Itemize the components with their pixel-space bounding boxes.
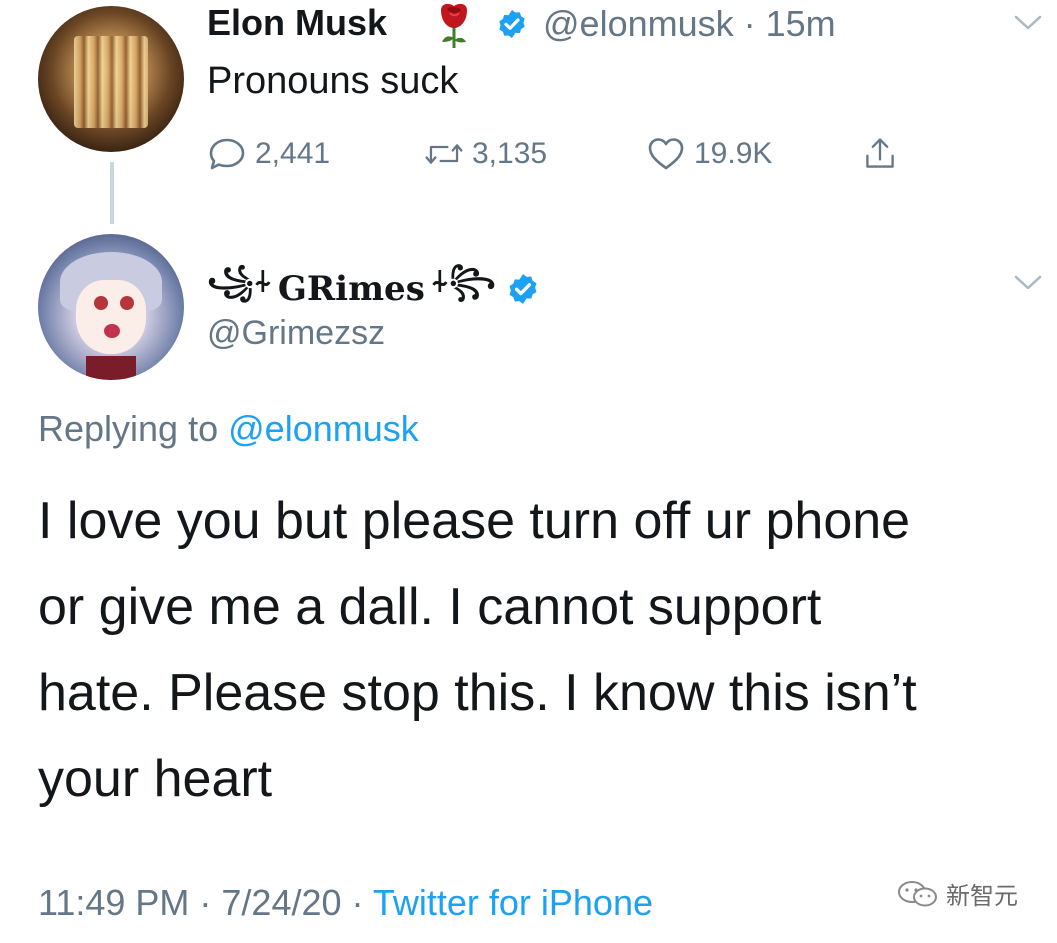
tweet-source-link[interactable]: Twitter for iPhone — [373, 882, 653, 923]
like-button[interactable]: 19.9K — [646, 134, 772, 174]
retweet-count: 3,135 — [472, 137, 548, 170]
share-button[interactable] — [860, 134, 900, 174]
avatar-collar — [86, 356, 136, 380]
tweet-timestamp[interactable]: 11:49 PM · 7/24/20 · — [38, 882, 364, 923]
author-handle[interactable]: @Grimezsz — [207, 314, 385, 353]
chevron-down-icon[interactable] — [1013, 14, 1043, 32]
rose-icon — [441, 3, 467, 48]
avatar-eye-left — [94, 296, 108, 310]
tweet-text-line: hate. Please stop this. I know this isn’… — [38, 664, 917, 722]
avatar-face — [76, 280, 146, 354]
avatar-grimes[interactable] — [38, 234, 184, 380]
tweet-text-line: I love you but please turn off ur phone — [38, 492, 911, 550]
replying-prefix: Replying to — [38, 408, 219, 449]
verified-badge-icon — [499, 10, 525, 38]
retweet-icon — [425, 144, 463, 164]
verified-badge-icon — [509, 273, 537, 304]
author-name[interactable]: GRimes — [278, 269, 425, 309]
avatar-mouth — [104, 324, 120, 338]
like-count: 19.9K — [694, 137, 773, 170]
thread-connector-line — [110, 162, 114, 224]
share-icon — [866, 138, 894, 168]
author-name[interactable]: Elon Musk — [207, 2, 387, 44]
tweet-text-line: or give me a dall. I cannot support — [38, 578, 822, 636]
heart-icon — [648, 138, 684, 170]
replying-mention-link[interactable]: @elonmusk — [228, 408, 419, 449]
reply-count: 2,441 — [255, 137, 331, 170]
author-name-row[interactable]: ꧁⍭ GRimes ⍭꧂ — [207, 258, 540, 319]
chevron-down-icon[interactable] — [1013, 274, 1043, 292]
handle-and-time[interactable]: @elonmusk · 15m — [543, 3, 836, 45]
tweet-thread: Elon Musk @elonmusk · 15m Pronouns suck … — [0, 0, 1057, 943]
reply-icon — [209, 138, 245, 170]
tweet-meta: 11:49 PM · 7/24/20 · Twitter for iPhone — [38, 882, 653, 924]
avatar-elon-musk[interactable] — [38, 6, 184, 152]
avatar-eye-right — [120, 296, 134, 310]
reply-button[interactable]: 2,441 — [207, 134, 330, 174]
name-ornament-left: ꧁⍭ — [207, 265, 272, 298]
wechat-icon — [898, 880, 937, 906]
tweet-text: Pronouns suck — [207, 60, 459, 102]
retweet-button[interactable]: 3,135 — [424, 134, 547, 174]
avatar-image — [74, 36, 148, 128]
watermark: 新智元 — [896, 876, 1018, 911]
tweet-text-line: your heart — [38, 750, 273, 808]
tweet-text: I love you but please turn off ur phone … — [38, 478, 1028, 822]
replying-to: Replying to @elonmusk — [38, 408, 419, 450]
watermark-text: 新智元 — [946, 883, 1018, 910]
name-ornament-right: ⍭꧂ — [430, 265, 496, 298]
